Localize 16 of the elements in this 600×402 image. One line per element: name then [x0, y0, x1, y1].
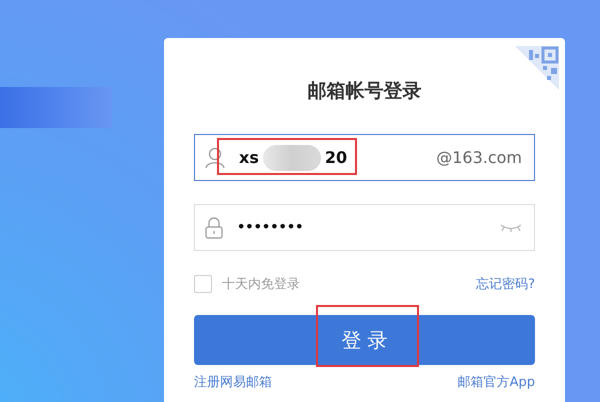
qr-code-icon[interactable]	[515, 46, 559, 90]
forgot-password-link[interactable]: 忘记密码?	[476, 275, 535, 293]
username-value: xs 20	[239, 144, 348, 170]
footer-link[interactable]: 注册网易邮箱	[194, 373, 272, 391]
remember-checkbox[interactable]	[194, 275, 212, 293]
login-button[interactable]: 登 录	[194, 315, 535, 365]
login-title: 邮箱帐号登录	[306, 79, 422, 104]
password-value: ••••••••	[237, 220, 304, 235]
footer-link[interactable]: 邮箱官方App	[458, 373, 535, 391]
lock-icon	[205, 216, 223, 238]
username-field[interactable]: xs 20 @163.com	[194, 134, 535, 181]
closed-eye-icon[interactable]	[500, 222, 522, 232]
user-icon	[205, 146, 225, 168]
password-field[interactable]: ••••••••	[194, 204, 535, 251]
domain-suffix: @163.com	[436, 148, 522, 167]
remember-label: 十天内免登录	[222, 276, 300, 293]
